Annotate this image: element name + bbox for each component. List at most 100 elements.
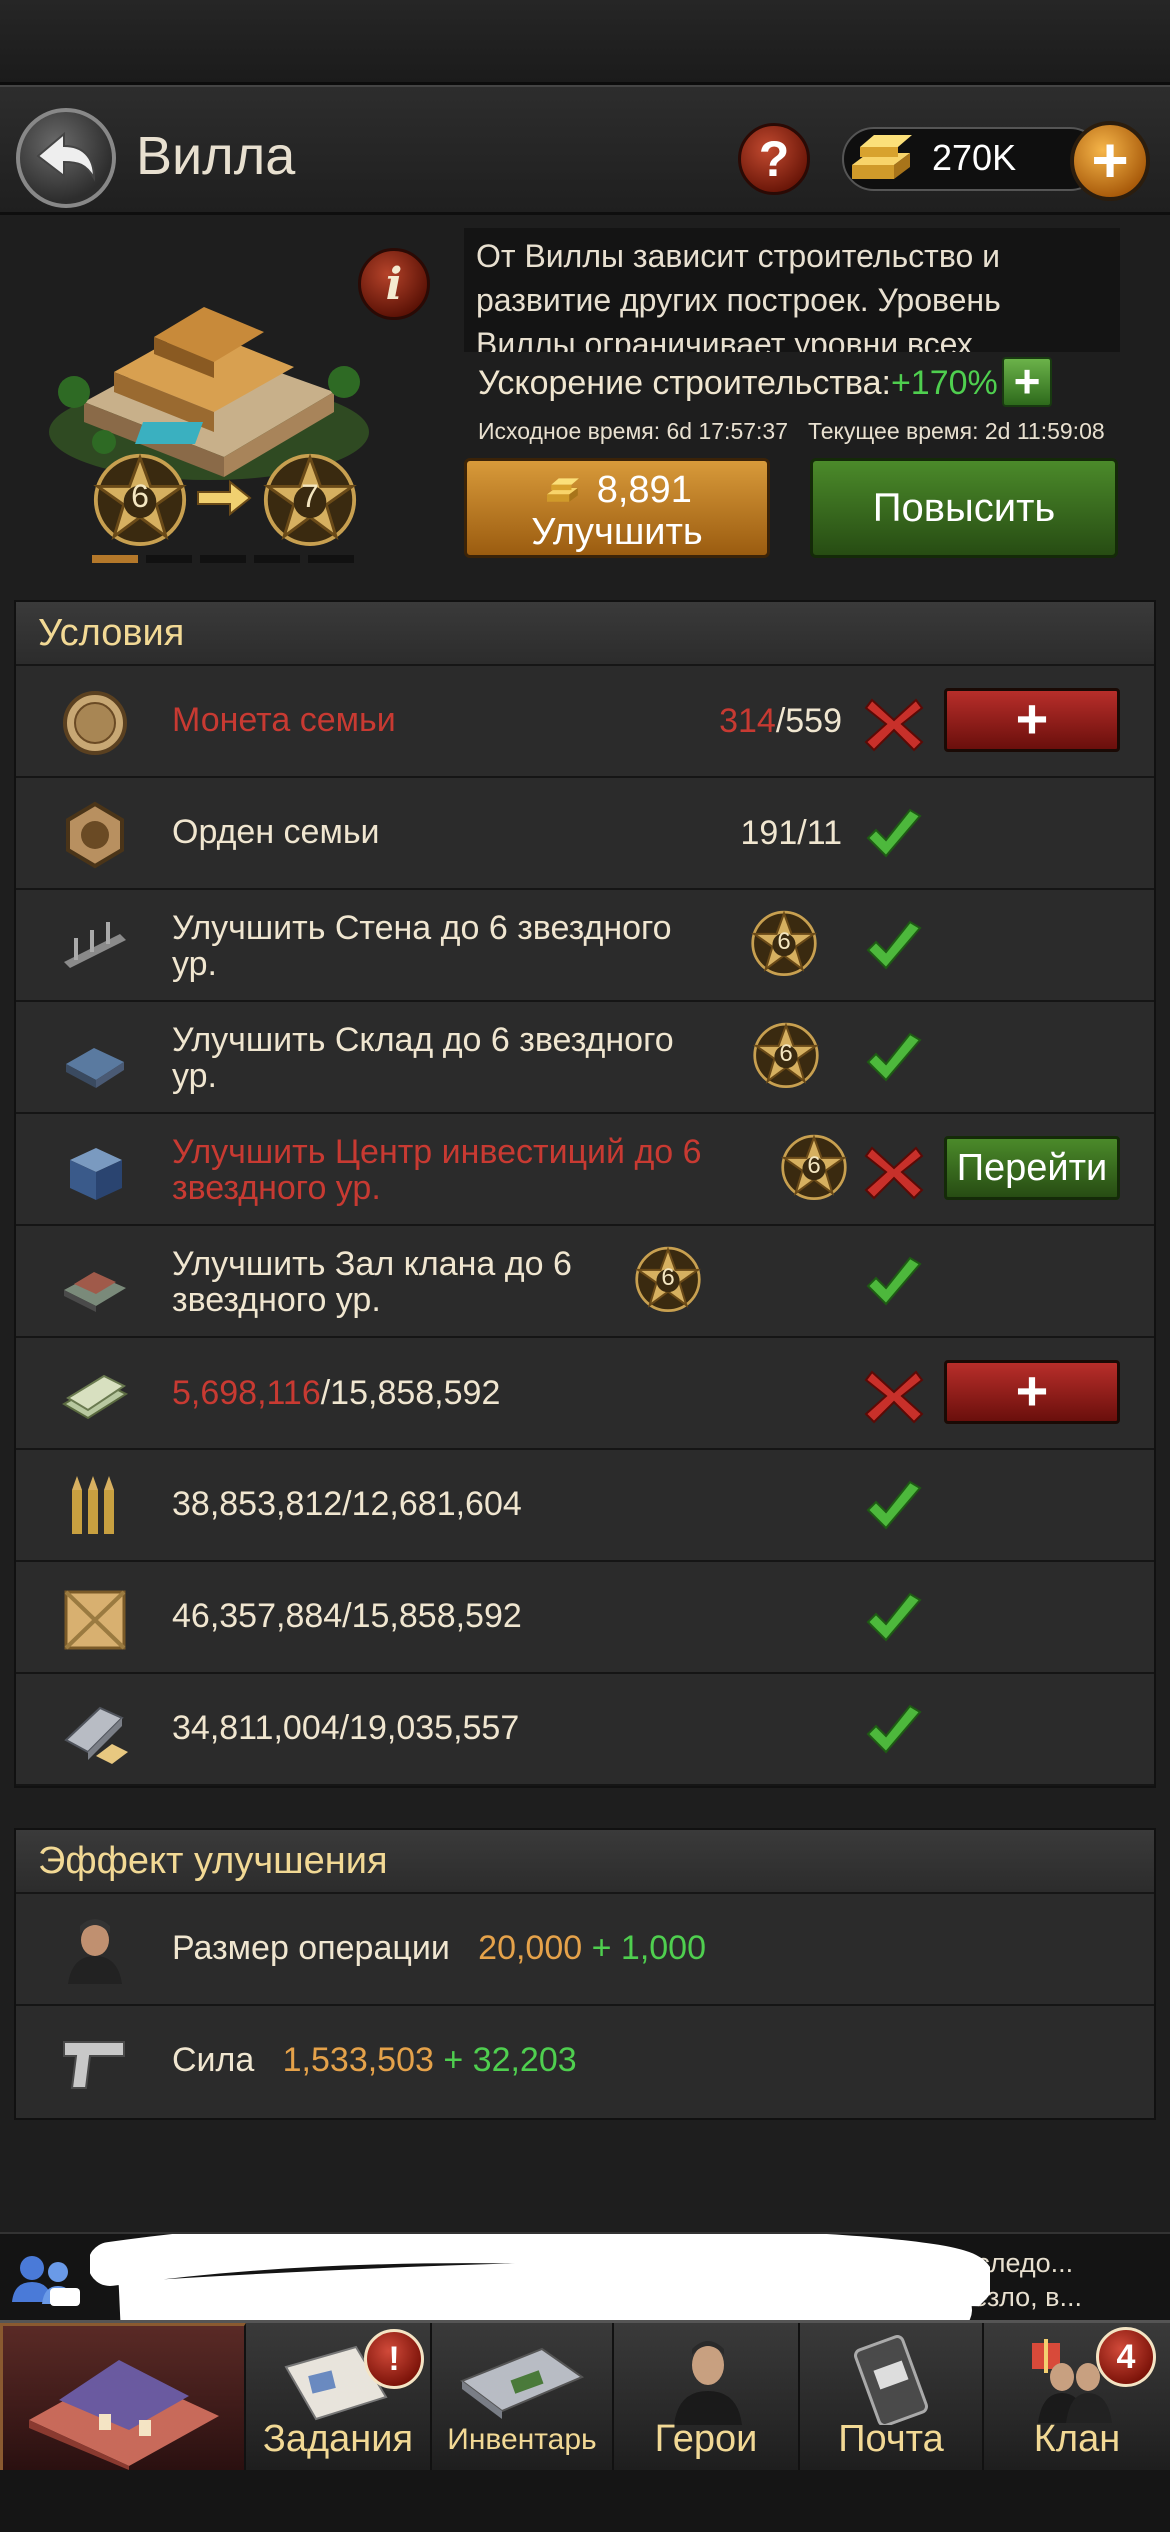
effect-value: 20,000 bbox=[478, 1929, 583, 1967]
nav-tasks-tab[interactable]: ! Задания bbox=[246, 2323, 432, 2473]
condition-have: 5,698,116 bbox=[172, 1374, 321, 1412]
tasks-alert-badge: ! bbox=[364, 2329, 424, 2389]
page-dot bbox=[146, 555, 192, 563]
add-gold-button[interactable]: + bbox=[1070, 121, 1150, 201]
nav-inventory-tab[interactable]: Инвентарь bbox=[432, 2323, 614, 2473]
effect-increase: + 32,203 bbox=[443, 2041, 577, 2079]
nav-tasks-label: Задания bbox=[262, 2418, 414, 2460]
condition-label: Улучшить Зал клана до 6 звездного ур. bbox=[172, 1246, 572, 1318]
acceleration-value: +170% bbox=[890, 364, 998, 402]
cash-icon bbox=[62, 1374, 129, 1420]
family-coin-icon bbox=[63, 691, 127, 755]
bottom-nav: ! Задания Инвентарь Герои Почта 4 Клан bbox=[0, 2320, 1170, 2473]
investment-center-icon bbox=[70, 1148, 122, 1200]
condition-label: Улучшить Склад до 6 звездного ур. bbox=[172, 1022, 674, 1094]
nav-mail-tab[interactable]: Почта bbox=[800, 2323, 984, 2473]
build-acceleration: Ускорение строительства:+170% bbox=[478, 364, 998, 403]
instant-upgrade-button[interactable]: 8,891 Улучшить bbox=[464, 458, 770, 558]
condition-line: звездного ур. bbox=[172, 1169, 381, 1207]
gangster-icon bbox=[68, 1919, 122, 1984]
building-description[interactable]: От Виллы зависит строительство и развити… bbox=[464, 228, 1120, 352]
required-level: 6 bbox=[779, 1040, 793, 1067]
condition-row: Улучшить Стена до 6 звездного ур. 6 bbox=[16, 890, 1154, 1002]
check-icon bbox=[864, 1032, 924, 1088]
redaction-scribble bbox=[90, 2234, 990, 2320]
nav-mail-label: Почта bbox=[838, 2418, 944, 2460]
go-to-button[interactable]: Перейти bbox=[944, 1136, 1120, 1200]
effect-row: Сила 1,533,503 + 32,203 bbox=[16, 2006, 1154, 2118]
check-icon bbox=[864, 1256, 924, 1312]
gold-amount: 270K bbox=[932, 137, 1017, 178]
arrow-right-icon bbox=[197, 479, 252, 517]
pistol-icon bbox=[63, 2041, 125, 2089]
wall-icon bbox=[64, 922, 126, 968]
effect-text: Размер операции 20,000 + 1,000 bbox=[172, 1930, 706, 1966]
nav-heroes-tab[interactable]: Герои bbox=[614, 2323, 800, 2473]
required-level: 6 bbox=[807, 1152, 821, 1179]
condition-need: /11 bbox=[797, 814, 842, 852]
condition-row: 46,357,884/15,858,592 bbox=[16, 1562, 1154, 1674]
page-indicator bbox=[92, 550, 362, 568]
condition-line: ур. bbox=[172, 1057, 217, 1095]
hero-icon bbox=[674, 2341, 742, 2425]
condition-have: 314 bbox=[719, 702, 776, 740]
effect-label: Сила bbox=[172, 2041, 255, 2079]
condition-line: Улучшить Центр инвестиций до 6 bbox=[172, 1133, 702, 1171]
page-title: Вилла bbox=[136, 126, 296, 186]
condition-label: Орден семьи bbox=[172, 813, 380, 851]
effect-text: Сила 1,533,503 + 32,203 bbox=[172, 2042, 577, 2078]
upgrade-label: Улучшить bbox=[531, 511, 703, 553]
check-icon bbox=[864, 1480, 924, 1536]
effect-value: 1,533,503 bbox=[282, 2041, 434, 2079]
condition-line: Улучшить Стена до 6 звездного bbox=[172, 909, 672, 947]
mansion-icon bbox=[29, 2360, 219, 2470]
upgrade-cost-value: 8,891 bbox=[596, 469, 692, 511]
condition-row: Улучшить Зал клана до 6 звездного ур. 6 bbox=[16, 1226, 1154, 1338]
condition-label: Улучшить Стена до 6 звездного ур. bbox=[172, 910, 672, 982]
chat-people-icon bbox=[12, 2256, 80, 2306]
nav-home-tab[interactable] bbox=[0, 2323, 246, 2473]
condition-need: /15,858,592 bbox=[320, 1374, 501, 1412]
page-dot bbox=[254, 555, 300, 563]
nav-heroes-label: Герои bbox=[654, 2418, 758, 2460]
promote-button[interactable]: Повысить bbox=[810, 458, 1118, 558]
cross-icon bbox=[864, 1368, 924, 1424]
help-button[interactable]: ? bbox=[738, 123, 810, 195]
crate-icon bbox=[64, 1590, 126, 1650]
info-button[interactable]: i bbox=[358, 248, 430, 320]
condition-row: Улучшить Центр инвестиций до 6 звездного… bbox=[16, 1114, 1154, 1226]
clan-hall-icon bbox=[64, 1272, 126, 1312]
condition-row: Орден семьи 191/11 bbox=[16, 778, 1154, 890]
warehouse-icon bbox=[66, 1048, 124, 1088]
check-icon bbox=[864, 1704, 924, 1760]
check-icon bbox=[864, 920, 924, 976]
condition-row: 34,811,004/19,035,557 bbox=[16, 1674, 1154, 1786]
upgrade-cost: 8,891 bbox=[467, 469, 767, 512]
cross-icon bbox=[864, 696, 924, 752]
gold-bars-icon bbox=[852, 135, 912, 179]
clan-count-badge: 4 bbox=[1096, 2327, 1156, 2387]
effect-increase: + 1,000 bbox=[591, 1929, 706, 1967]
condition-line: звездного ур. bbox=[172, 1281, 381, 1319]
acceleration-label: Ускорение строительства: bbox=[478, 364, 891, 402]
conditions-panel: Условия Монета семьи 314/559 + Орден сем… bbox=[14, 600, 1156, 1788]
nav-inventory-label: Инвентарь bbox=[447, 2423, 597, 2456]
header-bar: Вилла ? 270K + bbox=[0, 85, 1170, 215]
condition-line: Улучшить Склад до 6 звездного bbox=[172, 1021, 674, 1059]
conditions-title: Условия bbox=[16, 602, 1154, 666]
briefcase-icon bbox=[459, 2347, 585, 2419]
status-band bbox=[0, 0, 1170, 85]
condition-row: 38,853,812/12,681,604 bbox=[16, 1450, 1154, 1562]
nav-clan-tab[interactable]: 4 Клан bbox=[984, 2323, 1170, 2473]
condition-label: Улучшить Центр инвестиций до 6 звездного… bbox=[172, 1134, 702, 1206]
add-cash-button[interactable]: + bbox=[944, 1360, 1120, 1424]
acceleration-add-button[interactable]: + bbox=[1002, 357, 1052, 407]
check-icon bbox=[864, 808, 924, 864]
condition-row: Улучшить Склад до 6 звездного ур. 6 bbox=[16, 1002, 1154, 1114]
required-level: 6 bbox=[777, 928, 791, 955]
back-button[interactable] bbox=[16, 108, 116, 208]
metal-icon bbox=[64, 1706, 128, 1764]
condition-value: 34,811,004/19,035,557 bbox=[172, 1709, 520, 1747]
add-family-coin-button[interactable]: + bbox=[944, 688, 1120, 752]
family-order-icon bbox=[66, 801, 124, 869]
